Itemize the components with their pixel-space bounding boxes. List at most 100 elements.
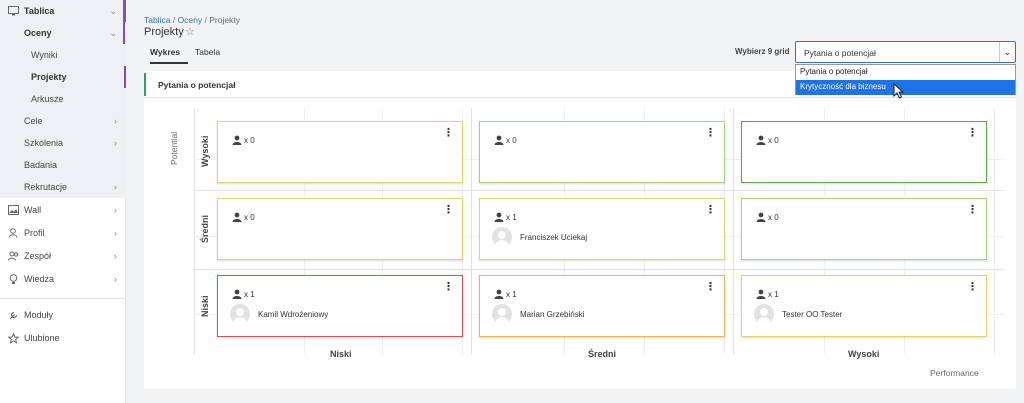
sidebar-item-label: Cele bbox=[24, 116, 43, 126]
kebab-menu-icon[interactable]: ⋮ bbox=[705, 282, 716, 293]
kebab-menu-icon[interactable]: ⋮ bbox=[443, 282, 454, 293]
column-label: Średni bbox=[588, 349, 617, 359]
employee-entry[interactable]: Franciszek Uciekaj bbox=[492, 227, 587, 247]
sidebar-item-label: Projekty bbox=[31, 72, 67, 82]
ninebox-cell: x 1 ⋮ Kamil Wdrożeniowy bbox=[217, 275, 463, 337]
kebab-menu-icon[interactable]: ⋮ bbox=[967, 205, 978, 216]
sidebar-item-label: Zespół bbox=[24, 251, 52, 261]
tab-wykres[interactable]: Wykres bbox=[150, 44, 188, 64]
favorite-star-icon[interactable]: ☆ bbox=[185, 25, 195, 38]
employee-count-value: x 1 bbox=[768, 289, 779, 299]
sidebar-item-label: Wyniki bbox=[31, 50, 58, 60]
col-separator bbox=[194, 108, 195, 354]
employee-entry[interactable]: Marian Grzebiński bbox=[492, 304, 584, 324]
panel-title: Pytania o potencjał bbox=[158, 80, 236, 90]
kebab-menu-icon[interactable]: ⋮ bbox=[967, 282, 978, 293]
sidebar-item-zespol[interactable]: Zespół › bbox=[0, 245, 126, 267]
person-icon bbox=[756, 135, 766, 145]
page-title: Projekty bbox=[144, 26, 184, 38]
grid-option-potencjal[interactable]: Pytania o potencjał bbox=[796, 65, 1015, 80]
ninebox-cell: x 1 ⋮ Franciszek Uciekaj bbox=[479, 198, 725, 260]
person-icon bbox=[494, 135, 504, 145]
wrench-icon bbox=[7, 309, 19, 321]
ninebox-cell: x 1 ⋮ Marian Grzebiński bbox=[479, 275, 725, 337]
sidebar-item-cele[interactable]: Cele › bbox=[0, 110, 126, 132]
column-label: Niski bbox=[330, 349, 352, 359]
person-icon bbox=[756, 212, 766, 222]
employee-count: x 1 bbox=[494, 289, 517, 299]
sidebar-item-moduly[interactable]: Moduły bbox=[0, 304, 126, 326]
lightbulb-icon bbox=[7, 273, 19, 285]
employee-name: Marian Grzebiński bbox=[520, 309, 585, 319]
sidebar-item-badania[interactable]: Badania bbox=[0, 154, 126, 176]
chevron-down-icon: ⌄ bbox=[109, 27, 117, 38]
grid-option-krytycznosc[interactable]: Krytyczność dla biznesu bbox=[796, 80, 1015, 95]
person-icon bbox=[494, 212, 504, 222]
grid-select-dropdown: Pytania o potencjał Krytyczność dla bizn… bbox=[795, 64, 1016, 95]
mouse-cursor-icon bbox=[893, 83, 905, 99]
avatar bbox=[754, 304, 774, 324]
chevron-down-icon[interactable]: ⌄ bbox=[999, 42, 1015, 62]
grid-select-value: Pytania o potencjał bbox=[804, 48, 876, 58]
grid-line bbox=[994, 108, 995, 354]
ninebox-cell: x 0 ⋮ bbox=[741, 121, 987, 183]
sidebar-item-rekrutacje[interactable]: Rekrutacje › bbox=[0, 176, 126, 198]
person-icon bbox=[232, 289, 242, 299]
kebab-menu-icon[interactable]: ⋮ bbox=[443, 128, 454, 139]
sidebar-item-oceny[interactable]: Oceny ⌄ bbox=[0, 22, 126, 44]
sidebar-item-tablica[interactable]: Tablica ⌄ bbox=[0, 0, 126, 22]
image-icon bbox=[7, 204, 19, 216]
employee-count: x 0 bbox=[494, 135, 517, 145]
chevron-right-icon: › bbox=[114, 182, 117, 192]
kebab-menu-icon[interactable]: ⋮ bbox=[443, 205, 454, 216]
person-icon bbox=[756, 289, 766, 299]
sidebar-item-label: Wiedza bbox=[24, 274, 55, 284]
y-axis-title: Potential bbox=[169, 131, 179, 165]
sidebar-item-wiedza[interactable]: Wiedza › bbox=[0, 268, 126, 290]
employee-count-value: x 1 bbox=[506, 212, 517, 222]
employee-count-value: x 0 bbox=[768, 212, 779, 222]
grid-select[interactable]: Pytania o potencjał ⌄ bbox=[795, 41, 1016, 63]
kebab-menu-icon[interactable]: ⋮ bbox=[967, 128, 978, 139]
employee-count: x 0 bbox=[756, 212, 779, 222]
ninebox-cell: x 0 ⋮ bbox=[217, 198, 463, 260]
sidebar-item-arkusze[interactable]: Arkusze bbox=[0, 88, 126, 110]
breadcrumb-tablica[interactable]: Tablica bbox=[144, 15, 170, 25]
employee-count-value: x 0 bbox=[244, 212, 255, 222]
employee-count: x 0 bbox=[756, 135, 779, 145]
chevron-right-icon: › bbox=[114, 274, 117, 284]
avatar bbox=[492, 304, 512, 324]
breadcrumb: Tablica / Oceny / Projekty bbox=[144, 15, 240, 25]
active-indicator bbox=[124, 66, 126, 88]
tab-tabela[interactable]: Tabela bbox=[195, 44, 225, 64]
sidebar-item-label: Arkusze bbox=[31, 94, 64, 104]
employee-count: x 1 bbox=[756, 289, 779, 299]
row-label: Niski bbox=[200, 295, 210, 317]
kebab-menu-icon[interactable]: ⋮ bbox=[705, 205, 716, 216]
sidebar-item-wall[interactable]: Wall › bbox=[0, 199, 126, 221]
employee-count: x 1 bbox=[232, 289, 255, 299]
employee-entry[interactable]: Tester OO Tester bbox=[754, 304, 842, 324]
employee-name: Tester OO Tester bbox=[782, 309, 843, 319]
breadcrumb-oceny[interactable]: Oceny bbox=[178, 15, 203, 25]
sidebar-item-label: Tablica bbox=[24, 6, 55, 16]
sidebar: Tablica ⌄ Oceny ⌄ Wyniki Projekty Arkusze Cele ›… bbox=[0, 0, 126, 403]
employee-count-value: x 1 bbox=[506, 289, 517, 299]
sidebar-item-ulubione[interactable]: Ulubione bbox=[0, 327, 126, 349]
sidebar-item-projekty[interactable]: Projekty bbox=[0, 66, 126, 88]
sidebar-item-wyniki[interactable]: Wyniki bbox=[0, 44, 126, 66]
employee-entry[interactable]: Kamil Wdrożeniowy bbox=[230, 304, 328, 324]
chevron-right-icon: › bbox=[114, 116, 117, 126]
column-label: Wysoki bbox=[848, 349, 880, 359]
employee-count-value: x 0 bbox=[244, 135, 255, 145]
sidebar-item-profil[interactable]: Profil › bbox=[0, 222, 126, 244]
sidebar-item-label: Badania bbox=[24, 160, 58, 170]
employee-count: x 0 bbox=[232, 135, 255, 145]
sidebar-item-szkolenia[interactable]: Szkolenia › bbox=[0, 132, 126, 154]
row-separator bbox=[194, 269, 1004, 270]
chevron-right-icon: › bbox=[114, 228, 117, 238]
breadcrumb-separator: / bbox=[170, 15, 178, 25]
ninebox-panel: Pytania o potencjał Potential Wysoki Średn… bbox=[144, 71, 1016, 389]
kebab-menu-icon[interactable]: ⋮ bbox=[705, 128, 716, 139]
ninebox-cell: x 0 ⋮ bbox=[479, 121, 725, 183]
